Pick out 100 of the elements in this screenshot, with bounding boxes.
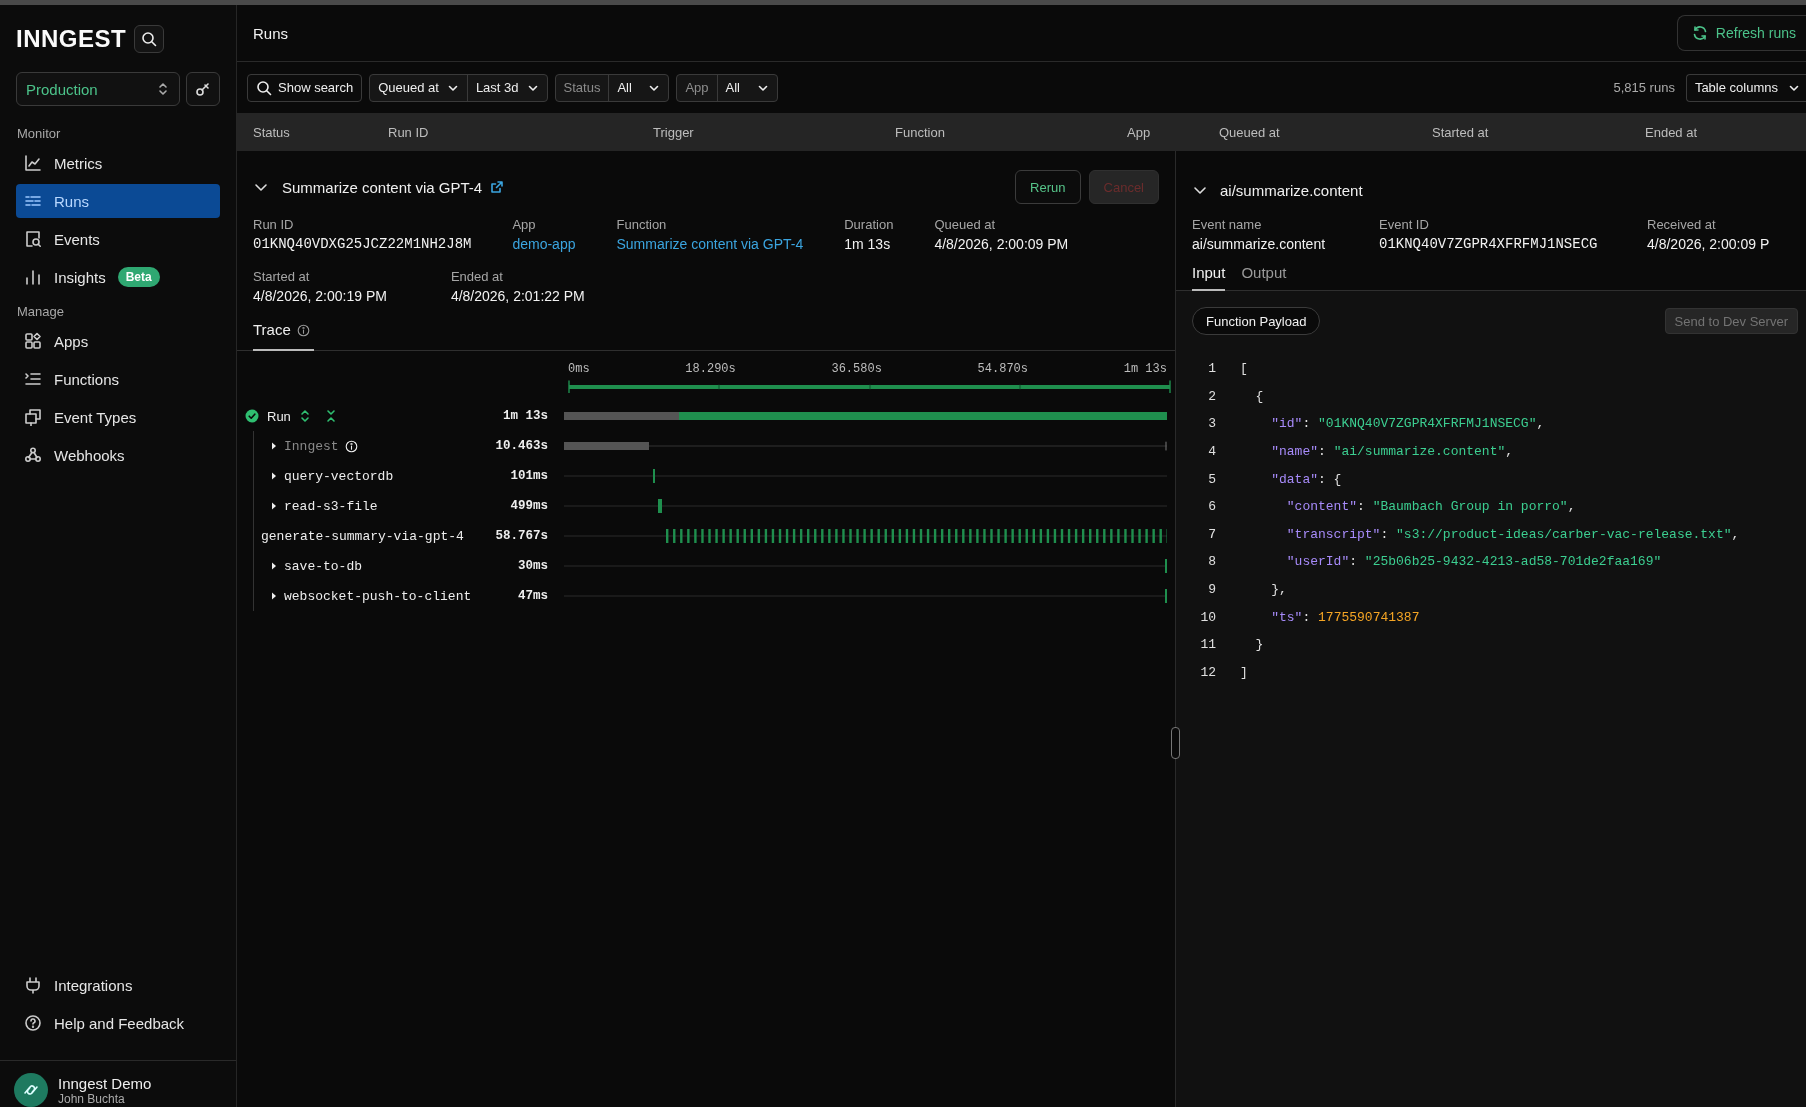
page-title: Runs (253, 24, 289, 42)
column-header[interactable]: Run ID (388, 124, 653, 140)
trace-tab[interactable]: Trace (253, 321, 314, 351)
caret-right-icon[interactable] (270, 561, 278, 571)
caret-right-icon[interactable] (270, 591, 278, 601)
nav-item[interactable]: Metrics (16, 146, 220, 180)
field-label: Event name (1192, 217, 1263, 232)
field-link[interactable]: demo-app (512, 236, 576, 252)
environment-select[interactable]: Production (16, 72, 180, 106)
app-filter-label: App (684, 79, 710, 97)
caret-right-icon[interactable] (270, 471, 278, 481)
run-title: Summarize content via GPT-4 (282, 178, 483, 196)
table-columns-button[interactable]: Table columns (1685, 73, 1806, 102)
field-link[interactable]: Summarize content via GPT-4 (616, 236, 804, 252)
code-line: }, (1270, 582, 1287, 598)
line-number: 3 (1207, 416, 1216, 432)
external-link[interactable] (490, 180, 505, 194)
field-label: Event ID (1379, 217, 1430, 232)
column-header[interactable]: Function (895, 124, 1127, 140)
span-name: read-s3-file (284, 498, 378, 514)
line-number: 10 (1199, 609, 1216, 625)
line-number: 8 (1207, 554, 1216, 570)
show-search-button[interactable]: Show search (247, 73, 363, 102)
caret-right-icon[interactable] (270, 501, 278, 511)
payload-tab[interactable]: Output (1241, 264, 1287, 291)
field-label: Queued at (934, 217, 997, 232)
nav-item[interactable]: Runs (16, 184, 220, 218)
caret-right-icon[interactable] (270, 441, 278, 451)
field-value: 4/8/2026, 2:01:22 PM (450, 288, 585, 304)
document-search-icon (24, 230, 42, 248)
code-line: ] (1240, 664, 1248, 680)
nav-item[interactable]: Functions (16, 362, 220, 396)
section-heading: Manage (17, 304, 65, 319)
span-duration: 10.463s (494, 439, 548, 453)
span-duration: 1m 13s (502, 409, 548, 423)
nav-item[interactable]: Help and Feedback (16, 1006, 220, 1040)
field-value: 4/8/2026, 2:00:19 PM (253, 288, 387, 304)
plug-icon (24, 976, 42, 994)
app-filter-select[interactable]: All (716, 74, 777, 101)
search-icon (141, 31, 158, 47)
nav-item[interactable]: Insights Beta (16, 260, 220, 294)
column-header[interactable]: Status (253, 124, 388, 140)
organization-name: Inngest Demo (58, 1074, 152, 1092)
span-duration: 58.767s (494, 529, 548, 543)
nav-item[interactable]: Events (16, 222, 220, 256)
code-line: } (1254, 637, 1264, 653)
beta-badge: Beta (117, 267, 160, 287)
timeline-tick-label: 0ms (568, 362, 590, 376)
api-keys-button[interactable] (186, 72, 220, 106)
rerun-button[interactable]: Rerun (1015, 170, 1081, 204)
span-duration: 101ms (509, 469, 548, 483)
line-chart-icon (24, 154, 42, 172)
field-label: Received at (1647, 217, 1717, 232)
grid-icon (24, 332, 42, 350)
span-name: Run (267, 408, 291, 424)
status-filter-label: Status (562, 79, 602, 97)
span-name: generate-summary-via-gpt-4 (261, 528, 464, 544)
section-heading: Monitor (17, 126, 62, 141)
logo-wordmark: INNGEST (16, 25, 127, 53)
collapse-all-icon[interactable] (324, 409, 337, 423)
refresh-runs-button[interactable]: Refresh runs (1676, 15, 1806, 51)
span-duration: 30ms (517, 559, 548, 573)
column-header[interactable]: App (1127, 124, 1219, 140)
bar-chart-icon (24, 268, 42, 286)
code-line: "data": { (1270, 471, 1342, 487)
field-label: Started at (253, 269, 311, 284)
info-icon (296, 324, 310, 337)
code-line: "ts": 1775590741387 (1270, 609, 1420, 625)
code-line: "transcript": "s3://product-ideas/carber-vac-release.txt", (1285, 526, 1740, 542)
status-filter-select[interactable]: All (608, 74, 669, 101)
span-name: save-to-db (284, 558, 362, 574)
field-value: ai/summarize.content (1192, 236, 1327, 252)
field-label: App (512, 217, 537, 232)
nav-item[interactable]: Webhooks (16, 438, 220, 472)
stacked-squares-icon (24, 408, 42, 426)
nav-item[interactable]: Event Types (16, 400, 220, 434)
list-indent-icon (24, 370, 42, 388)
column-header[interactable]: Ended at (1645, 124, 1765, 140)
search-button[interactable] (134, 25, 165, 53)
timeline-tick-label: 36.580s (831, 362, 882, 376)
refresh-icon (1691, 25, 1708, 41)
event-title: ai/summarize.content (1220, 181, 1363, 199)
column-header[interactable]: Trigger (653, 124, 895, 140)
column-header[interactable]: Started at (1432, 124, 1645, 140)
nav-item[interactable]: Apps (16, 324, 220, 358)
expand-all-icon[interactable] (298, 408, 311, 424)
account-switcher[interactable]: Inngest Demo John Buchta (0, 1060, 236, 1107)
code-line: [ (1240, 361, 1248, 377)
code-line: { (1254, 388, 1264, 404)
external-link-icon (490, 180, 505, 194)
line-number: 11 (1199, 637, 1216, 653)
field-label: Function (616, 217, 668, 232)
column-header[interactable]: Queued at (1219, 124, 1432, 140)
function-payload-chip[interactable]: Function Payload (1192, 307, 1321, 335)
timeline-tick-label: 1m 13s (1123, 362, 1167, 376)
span-duration: 47ms (517, 589, 548, 603)
span-duration: 499ms (509, 499, 548, 513)
line-number: 5 (1207, 471, 1216, 487)
run-count: 5,815 runs (1613, 80, 1675, 95)
nav-item[interactable]: Integrations (16, 968, 220, 1002)
